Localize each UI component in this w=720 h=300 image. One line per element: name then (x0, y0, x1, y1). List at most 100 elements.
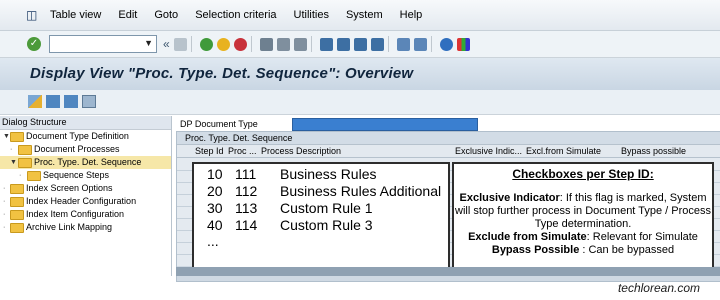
dp-document-type-field[interactable] (292, 118, 478, 131)
command-field[interactable]: ▼ (49, 35, 157, 53)
shortcut-icon[interactable] (413, 37, 427, 51)
column-header-proc[interactable]: Proc ... (228, 145, 257, 157)
bullet-icon: · (10, 146, 13, 153)
bullet-icon: · (3, 185, 6, 192)
watermark: techlorean.com (617, 281, 700, 295)
rules-callout: 10 111 Business Rules 20 112 Business Ru… (192, 162, 450, 270)
chevron-down-icon[interactable]: ▼ (144, 38, 153, 48)
first-page-icon[interactable] (319, 37, 333, 51)
proc-cell: 114 (235, 217, 258, 233)
select-all-icon[interactable] (46, 95, 60, 108)
last-page-icon[interactable] (370, 37, 384, 51)
toolbar-separator (430, 36, 432, 52)
folder-icon (18, 145, 32, 155)
find-icon[interactable] (276, 37, 290, 51)
column-header-exclusive-indicator[interactable]: Exclusive Indic... (455, 145, 522, 157)
callout-heading: Checkboxes per Step ID: (512, 167, 654, 181)
menu-system[interactable]: System (346, 9, 383, 21)
table-title: Proc. Type. Det. Sequence (177, 132, 720, 144)
menu-help[interactable]: Help (400, 9, 423, 21)
deselect-all-icon[interactable] (82, 95, 96, 108)
tree-item-index-header-configuration[interactable]: · Index Header Configuration (0, 195, 171, 208)
tree-item-document-type-definition[interactable]: ▼ Document Type Definition (0, 130, 171, 143)
bullet-icon: · (3, 224, 6, 231)
menu-bar: ◫ Table view Edit Goto Selection criteri… (0, 0, 720, 31)
print-icon[interactable] (259, 37, 273, 51)
select-block-icon[interactable] (64, 95, 78, 108)
column-header-step-id[interactable]: Step Id (195, 145, 224, 157)
exclude-from-simulate-text: : Relevant for Simulate (586, 231, 698, 243)
display-change-icon[interactable] (28, 95, 42, 108)
tree-item-proc-type-det-sequence[interactable]: ▼ Proc. Type. Det. Sequence (0, 156, 171, 169)
folder-icon (10, 132, 24, 142)
cancel-icon[interactable] (233, 37, 247, 51)
layout-icon[interactable] (456, 37, 470, 51)
find-next-icon[interactable] (293, 37, 307, 51)
table-header: Step Id Proc ... Process Description Exc… (177, 144, 720, 158)
step-id-cell: 30 (207, 200, 223, 216)
back-icon[interactable] (199, 37, 213, 51)
next-page-icon[interactable] (353, 37, 367, 51)
menu-utilities[interactable]: Utilities (294, 9, 329, 21)
caret-down-icon[interactable]: ▼ (3, 130, 10, 143)
exclusive-indicator-note: Exclusive Indicator: If this flag is mar… (454, 192, 712, 231)
table-scrollbar[interactable] (176, 267, 720, 276)
description-cell: Custom Rule 1 (280, 200, 373, 216)
tree-item-label: Proc. Type. Det. Sequence (34, 157, 142, 167)
help-icon[interactable] (439, 37, 453, 51)
dialog-structure-tree: Dialog Structure ▼ Document Type Definit… (0, 116, 172, 276)
detail-panel: DP Document Type Proc. Type. Det. Sequen… (176, 116, 720, 282)
toolbar-separator (310, 36, 312, 52)
application-toolbar (0, 90, 720, 115)
standard-toolbar: ✓ ▼ « (0, 31, 720, 58)
proc-cell: 111 (235, 166, 257, 182)
tree-item-label: Document Type Definition (26, 131, 129, 141)
description-cell: Business Rules Additional (280, 183, 442, 199)
proc-cell: 113 (235, 200, 258, 216)
folder-icon (10, 184, 24, 194)
enter-icon[interactable]: ✓ (27, 37, 41, 51)
tree-item-document-processes[interactable]: · Document Processes (0, 143, 171, 156)
column-header-excl-from-simulate[interactable]: Excl.from Simulate (526, 145, 601, 157)
tree-item-label: Archive Link Mapping (26, 222, 113, 232)
step-id-cell: 40 (207, 217, 223, 233)
tree-item-label: Document Processes (34, 144, 120, 154)
tree-item-label: Index Screen Options (26, 183, 113, 193)
bypass-possible-note: Bypass Possible : Can be bypassed (454, 244, 712, 257)
checkbox-info-callout: Checkboxes per Step ID: Exclusive Indica… (452, 162, 714, 270)
menu-goto[interactable]: Goto (154, 9, 178, 21)
toolbar-separator (190, 36, 192, 52)
description-cell: Custom Rule 3 (280, 217, 373, 233)
menu-edit[interactable]: Edit (118, 9, 137, 21)
menu-selection-criteria[interactable]: Selection criteria (195, 9, 276, 21)
bullet-icon: · (19, 172, 22, 179)
menu-icon[interactable]: ◫ (26, 9, 40, 21)
create-session-icon[interactable] (396, 37, 410, 51)
tree-item-index-screen-options[interactable]: · Index Screen Options (0, 182, 171, 195)
save-icon[interactable] (173, 37, 187, 51)
toolbar-separator (387, 36, 389, 52)
toolbar-separator (250, 36, 252, 52)
tree-item-label: Index Item Configuration (26, 209, 125, 219)
tree-item-index-item-configuration[interactable]: · Index Item Configuration (0, 208, 171, 221)
tree-item-label: Sequence Steps (43, 170, 110, 180)
folder-icon (10, 223, 24, 233)
collapse-icon[interactable]: « (163, 37, 170, 51)
table-control: Proc. Type. Det. Sequence Step Id Proc .… (176, 131, 720, 282)
column-header-process-description[interactable]: Process Description (261, 145, 341, 157)
exit-icon[interactable] (216, 37, 230, 51)
ellipsis-text: ... (207, 233, 219, 249)
folder-icon (10, 210, 24, 220)
previous-page-icon[interactable] (336, 37, 350, 51)
tree-item-label: Index Header Configuration (26, 196, 137, 206)
caret-down-icon[interactable]: ▼ (10, 156, 17, 169)
bypass-possible-text: : Can be bypassed (579, 244, 675, 256)
tree-item-archive-link-mapping[interactable]: · Archive Link Mapping (0, 221, 171, 234)
column-header-bypass-possible[interactable]: Bypass possible (621, 145, 686, 157)
bullet-icon: · (3, 211, 6, 218)
page-title: Display View "Proc. Type. Det. Sequence"… (30, 65, 414, 82)
step-id-cell: 20 (207, 183, 223, 199)
bypass-possible-label: Bypass Possible (491, 244, 580, 256)
tree-item-sequence-steps[interactable]: · Sequence Steps (0, 169, 171, 182)
menu-table-view[interactable]: Table view (50, 9, 101, 21)
